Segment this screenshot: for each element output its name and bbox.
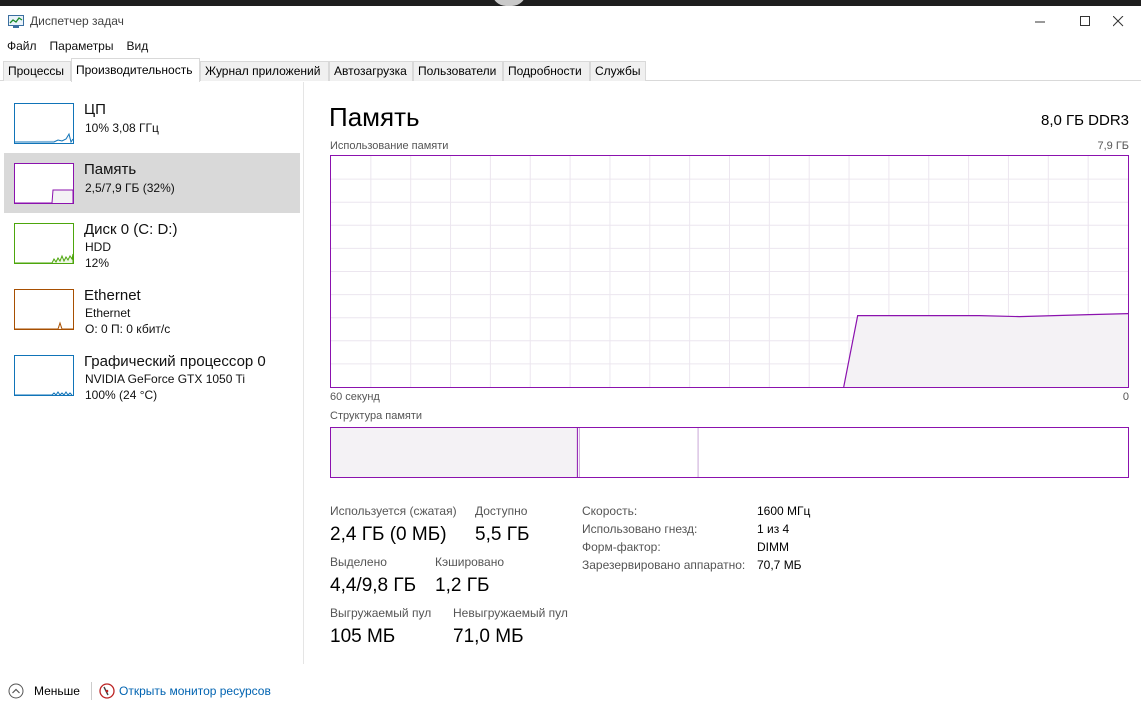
structure-label: Структура памяти bbox=[330, 410, 423, 422]
memory-spec: 8,0 ГБ DDR3 bbox=[1041, 112, 1129, 129]
close-icon bbox=[1112, 15, 1123, 26]
sidebar-item-cpu-name: ЦП bbox=[84, 101, 106, 118]
sidebar-item-ethernet-name: Ethernet bbox=[84, 287, 141, 304]
cpu-thumbnail-graph bbox=[14, 103, 74, 144]
sidebar-item-cpu[interactable]: ЦП 10% 3,08 ГГц bbox=[4, 93, 300, 153]
menu-view[interactable]: Вид bbox=[113, 36, 148, 56]
sidebar-item-cpu-sub: 10% 3,08 ГГц bbox=[85, 121, 159, 135]
footer-divider bbox=[91, 682, 92, 700]
available-value: 5,5 ГБ bbox=[475, 524, 530, 545]
tab-strip: Процессы Производительность Журнал прило… bbox=[0, 56, 1141, 82]
task-manager-app-icon bbox=[8, 15, 24, 28]
memory-panel: Память 8,0 ГБ DDR3 Использование памяти … bbox=[305, 82, 1141, 664]
time-axis-left: 60 секунд bbox=[330, 391, 380, 403]
usage-area-fill bbox=[843, 313, 1128, 387]
hw-reserved-value: 70,7 МБ bbox=[757, 558, 802, 572]
slots-value: 1 из 4 bbox=[757, 522, 790, 536]
resource-monitor-link[interactable]: Открыть монитор ресурсов bbox=[99, 683, 279, 701]
sidebar-item-ethernet-type: Ethernet bbox=[85, 306, 131, 320]
tab-startup[interactable]: Автозагрузка bbox=[329, 61, 413, 81]
memory-usage-graph bbox=[330, 155, 1129, 388]
resource-monitor-icon bbox=[99, 683, 115, 699]
sidebar-item-memory-sub: 2,5/7,9 ГБ (32%) bbox=[85, 181, 175, 195]
speed-value: 1600 МГц bbox=[757, 504, 811, 518]
slots-label: Использовано гнезд: bbox=[582, 522, 698, 536]
minimize-button[interactable] bbox=[1017, 6, 1063, 36]
menu-bar: Файл Параметры Вид bbox=[0, 36, 1141, 56]
tab-processes[interactable]: Процессы bbox=[3, 61, 71, 81]
memory-structure-bar bbox=[330, 427, 1129, 478]
gpu-thumbnail-graph bbox=[14, 355, 74, 396]
disk-thumbnail-graph bbox=[14, 223, 74, 264]
committed-value: 4,4/9,8 ГБ bbox=[330, 575, 417, 596]
usage-graph-max: 7,9 ГБ bbox=[1097, 140, 1129, 152]
fewer-details-button[interactable]: Меньше bbox=[8, 683, 88, 701]
sidebar-item-ethernet-rate: О: 0 П: 0 кбит/с bbox=[85, 322, 171, 336]
nonpaged-pool-label: Невыгружаемый пул bbox=[453, 606, 568, 620]
nonpaged-pool-value: 71,0 МБ bbox=[453, 626, 524, 647]
chevron-up-circle-icon bbox=[8, 683, 24, 699]
sidebar-item-gpu-model: NVIDIA GeForce GTX 1050 Ti bbox=[85, 372, 246, 386]
in-use-label: Используется (сжатая) bbox=[330, 504, 457, 518]
in-use-value: 2,4 ГБ (0 МБ) bbox=[330, 524, 447, 545]
menu-file[interactable]: Файл bbox=[0, 36, 37, 56]
tab-performance[interactable]: Производительность bbox=[71, 58, 200, 82]
resource-sidebar: ЦП 10% 3,08 ГГц Память 2,5/7,9 ГБ (32%) … bbox=[0, 82, 304, 664]
form-factor-label: Форм-фактор: bbox=[582, 540, 661, 554]
paged-pool-value: 105 МБ bbox=[330, 626, 396, 647]
time-axis-right: 0 bbox=[1122, 391, 1129, 403]
hw-reserved-label: Зарезервировано аппаратно: bbox=[582, 558, 746, 572]
usage-graph-label: Использование памяти bbox=[330, 140, 449, 152]
maximize-icon bbox=[1079, 15, 1090, 26]
cached-value: 1,2 ГБ bbox=[435, 575, 490, 596]
available-label: Доступно bbox=[475, 504, 528, 518]
close-button[interactable] bbox=[1095, 6, 1141, 36]
sidebar-item-gpu-usage: 100% (24 °C) bbox=[85, 388, 158, 402]
form-factor-value: DIMM bbox=[757, 540, 789, 554]
structure-in-use bbox=[331, 428, 578, 477]
sidebar-item-memory[interactable]: Память 2,5/7,9 ГБ (32%) bbox=[4, 153, 300, 213]
paged-pool-label: Выгружаемый пул bbox=[330, 606, 432, 620]
sidebar-item-memory-name: Память bbox=[84, 161, 137, 178]
footer-bar: Меньше Открыть монитор ресурсов bbox=[0, 678, 1141, 706]
sidebar-item-disk-usage: 12% bbox=[85, 256, 110, 270]
fewer-details-label: Меньше bbox=[34, 684, 80, 698]
tab-services[interactable]: Службы bbox=[590, 61, 646, 81]
window-title: Диспетчер задач bbox=[30, 14, 124, 28]
ethernet-thumbnail-graph bbox=[14, 289, 74, 330]
committed-label: Выделено bbox=[330, 555, 387, 569]
tab-users[interactable]: Пользователи bbox=[413, 61, 503, 81]
sidebar-item-disk[interactable]: Диск 0 (C: D:) HDD 12% bbox=[4, 213, 300, 273]
title-bar: Диспетчер задач bbox=[0, 6, 1141, 36]
sidebar-item-disk-type: HDD bbox=[85, 240, 111, 254]
minimize-icon bbox=[1034, 21, 1045, 22]
tab-details[interactable]: Подробности bbox=[503, 61, 590, 81]
sidebar-item-gpu[interactable]: Графический процессор 0 NVIDIA GeForce G… bbox=[4, 345, 300, 405]
cached-label: Кэшировано bbox=[435, 555, 505, 569]
resource-monitor-label: Открыть монитор ресурсов bbox=[119, 684, 271, 698]
tab-app-history[interactable]: Журнал приложений bbox=[200, 61, 329, 81]
menu-options[interactable]: Параметры bbox=[37, 36, 114, 56]
panel-title: Память bbox=[329, 102, 420, 132]
memory-thumbnail-graph bbox=[14, 163, 74, 204]
sidebar-item-gpu-name: Графический процессор 0 bbox=[84, 353, 266, 370]
sidebar-item-ethernet[interactable]: Ethernet Ethernet О: 0 П: 0 кбит/с bbox=[4, 279, 300, 339]
speed-label: Скорость: bbox=[582, 504, 638, 518]
sidebar-item-disk-name: Диск 0 (C: D:) bbox=[84, 221, 178, 238]
